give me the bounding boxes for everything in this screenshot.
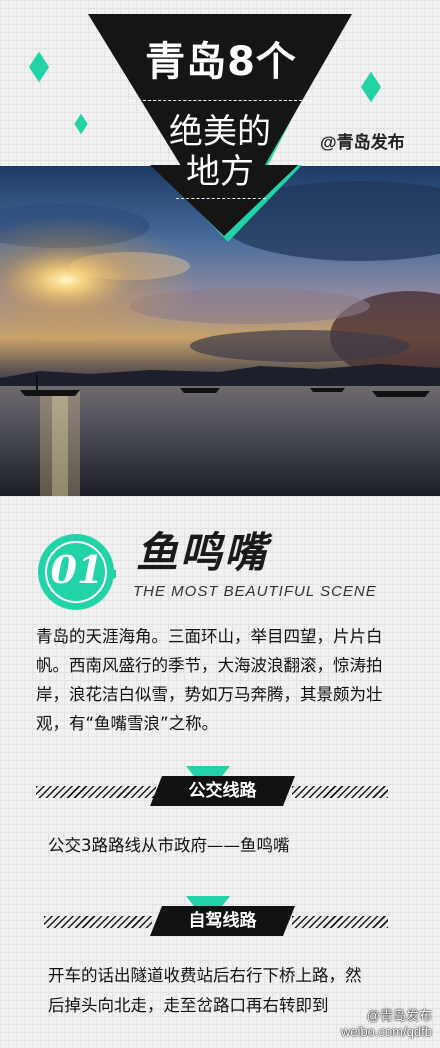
drive-route-text-line2: 后掉头向北走，走至岔路口再右转即到 (48, 996, 329, 1015)
drive-route-label: 自驾线路 (150, 906, 295, 936)
weibo-handle: @青岛发布 (320, 133, 405, 152)
drive-route-text-line1: 开车的话出隧道收费站后右行下桥上路，然 (48, 966, 362, 985)
bus-route-text: 公交3路路线从市政府——鱼鸣嘴 (48, 836, 290, 855)
section-subtitle: THE MOST BEAUTIFUL SCENE (133, 583, 377, 600)
bus-route-label: 公交线路 (150, 776, 295, 806)
title-divider (128, 100, 312, 101)
watermark-handle: @青岛发布 (366, 1008, 432, 1023)
page-title: 青岛8个 (145, 39, 297, 85)
hatch-right (292, 786, 388, 798)
page-title-line2: 绝美的 (169, 112, 271, 152)
hatch-left (36, 786, 156, 798)
title-divider-lower (176, 198, 266, 199)
section-title: 鱼鸣嘴 (136, 528, 269, 577)
hatch-right (292, 916, 388, 928)
watermark: @青岛发布 weibo.com/qdfb (341, 1008, 432, 1040)
page-title-line3: 地方 (186, 152, 254, 192)
hatch-left (44, 916, 152, 928)
section-number: 01 (50, 547, 104, 592)
section-description: 青岛的天涯海角。三面环山，举目四望，片片白帆。西南风盛行的季节，大海波浪翻滚，惊… (36, 627, 383, 733)
watermark-url: weibo.com/qdfb (340, 1024, 432, 1039)
